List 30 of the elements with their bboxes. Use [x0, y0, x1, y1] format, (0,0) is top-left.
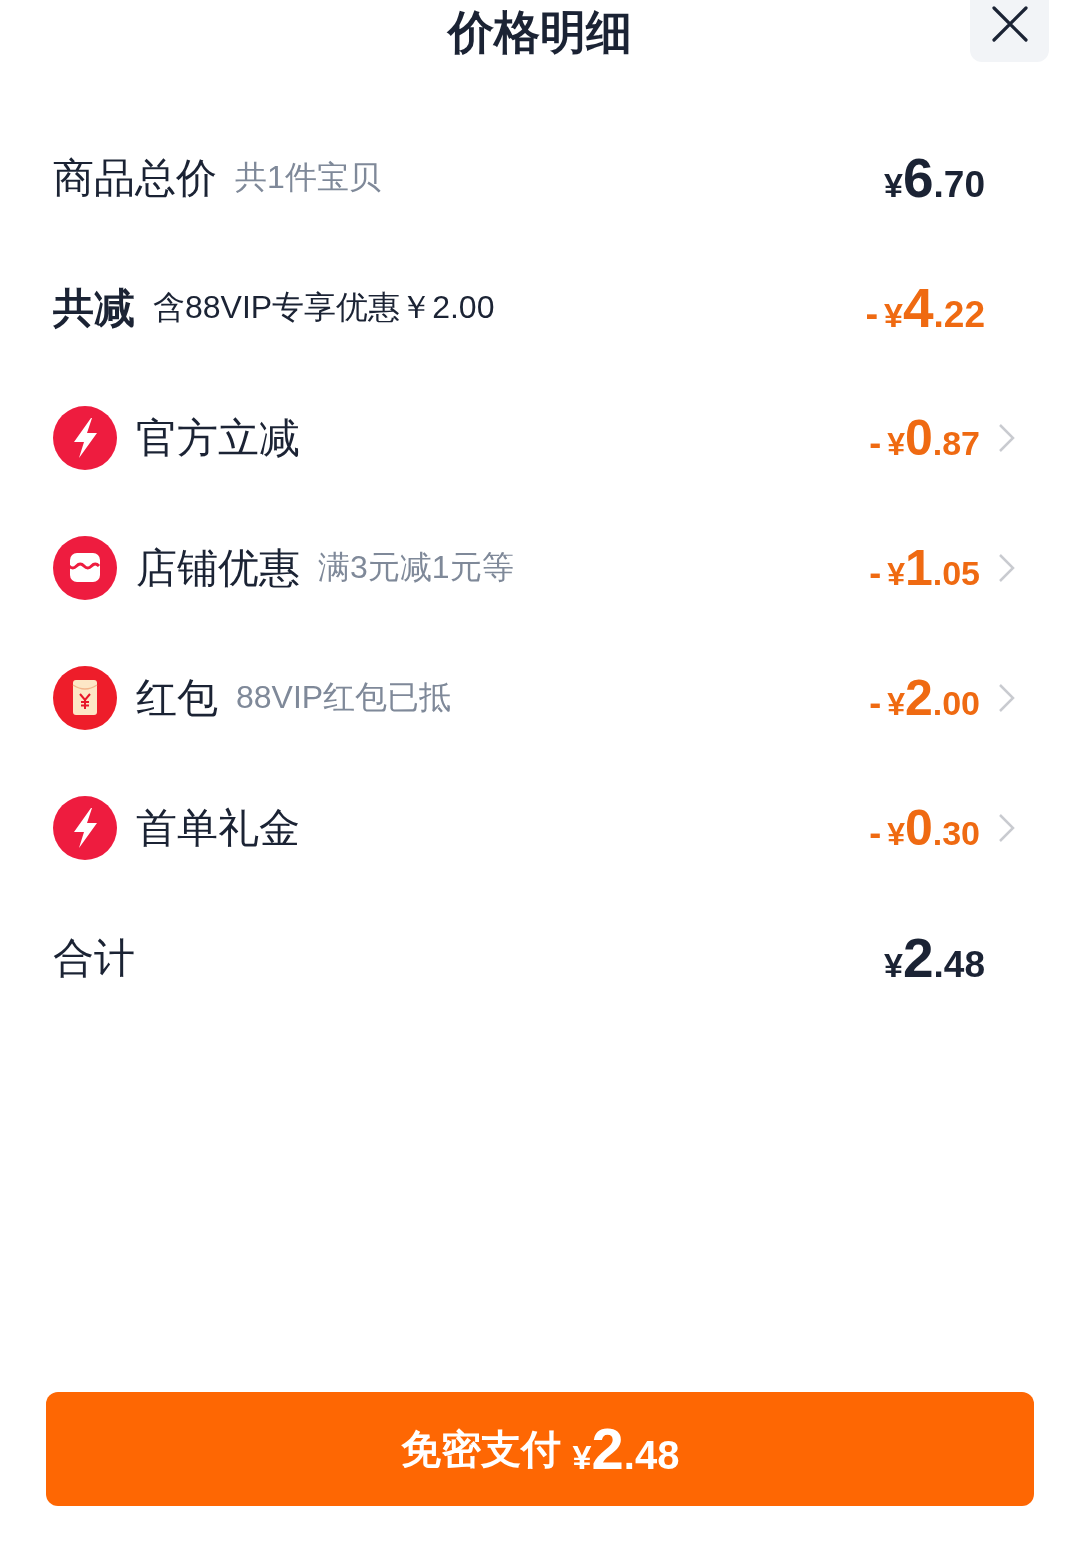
sheet-title: 价格明细 — [448, 5, 632, 60]
item-label: 首单礼金 — [136, 803, 300, 853]
price-amount: ¥6.70 — [884, 150, 985, 206]
price-amount: ¥2.48 — [884, 930, 985, 986]
item-note: 满3元减1元等 — [318, 548, 514, 587]
close-button[interactable] — [970, 0, 1049, 62]
price-amount: -¥4.22 — [865, 280, 985, 336]
item-note: 含88VIP专享优惠￥2.00 — [153, 288, 495, 327]
lightning-icon — [53, 406, 117, 470]
chevron-right-icon[interactable] — [998, 423, 1015, 453]
lightning-icon — [53, 796, 117, 860]
chevron-right-icon[interactable] — [998, 813, 1015, 843]
item-label: 店铺优惠 — [136, 543, 300, 593]
storefront-icon — [53, 536, 117, 600]
price-amount: - ¥1.05 — [869, 543, 980, 593]
close-icon — [991, 6, 1028, 42]
price-amount: - ¥2.00 — [869, 673, 980, 723]
item-label: 商品总价 — [53, 153, 217, 203]
item-label: 合计 — [53, 933, 135, 983]
item-label: 共减 — [53, 283, 135, 333]
item-note: 共1件宝贝 — [235, 158, 381, 197]
item-note: 88VIP红包已抵 — [236, 678, 452, 717]
item-label: 官方立减 — [136, 413, 300, 463]
price-amount: - ¥0.87 — [869, 413, 980, 463]
item-label: 红包 — [136, 673, 218, 723]
chevron-right-icon[interactable] — [998, 683, 1015, 713]
chevron-right-icon[interactable] — [998, 553, 1015, 583]
price-amount: - ¥0.30 — [869, 803, 980, 853]
envelope-icon — [53, 666, 117, 730]
pay-button[interactable]: 免密支付 ¥2.48 — [46, 1392, 1034, 1506]
